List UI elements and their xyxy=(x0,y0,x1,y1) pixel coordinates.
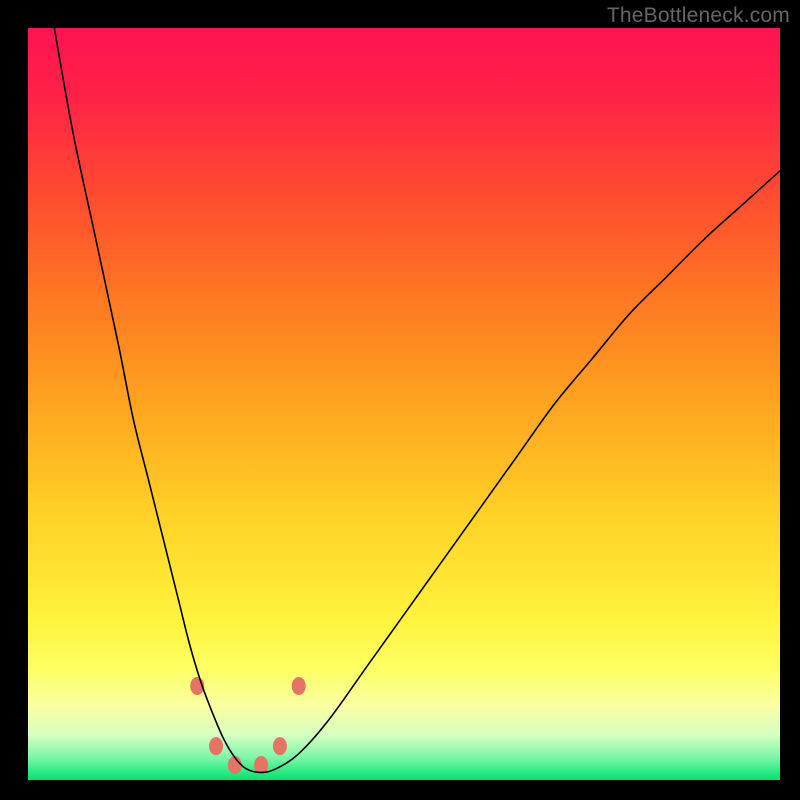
plot-area xyxy=(28,28,780,780)
gradient-background xyxy=(28,28,780,780)
marker-dot xyxy=(254,756,268,774)
chart-frame: TheBottleneck.com xyxy=(0,0,800,800)
chart-svg xyxy=(28,28,780,780)
marker-dot xyxy=(209,737,223,755)
marker-dot xyxy=(273,737,287,755)
watermark-text: TheBottleneck.com xyxy=(607,4,790,28)
marker-dot xyxy=(292,677,306,695)
